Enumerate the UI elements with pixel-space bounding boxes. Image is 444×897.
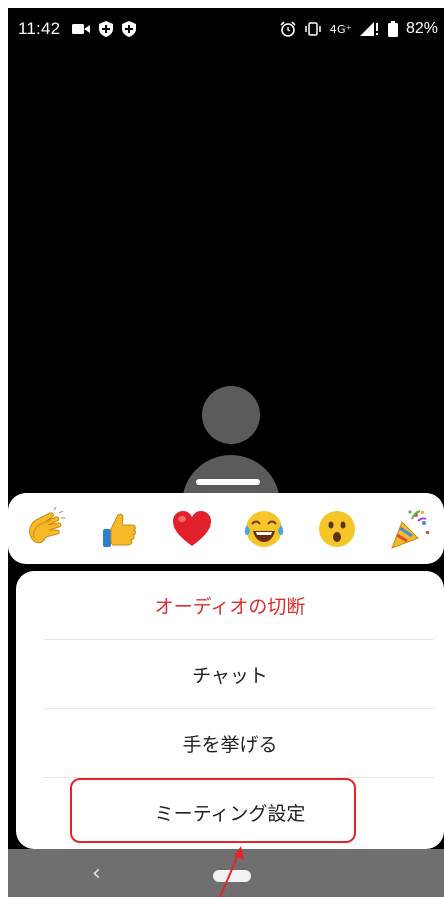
- highlight-annotation-box: [70, 778, 356, 843]
- signal-icon: [359, 22, 378, 36]
- reaction-clap-button[interactable]: [22, 505, 70, 553]
- network-type: 4G⁺: [329, 22, 352, 36]
- home-pill-button[interactable]: [213, 870, 251, 882]
- tears-of-joy-icon: [245, 510, 284, 547]
- heart-icon: [172, 510, 211, 546]
- menu-item-disconnect-audio[interactable]: オーディオの切断: [16, 571, 444, 639]
- navigation-bar: ‹: [8, 849, 444, 897]
- status-time: 11:42: [18, 19, 61, 38]
- sheet-drag-handle[interactable]: [196, 479, 260, 485]
- status-bar: 11:42 4G⁺ 82%: [8, 8, 444, 50]
- status-right-icons: 4G⁺ 82%: [280, 8, 438, 50]
- battery-percentage: 82%: [405, 20, 438, 37]
- reaction-party-button[interactable]: [386, 505, 434, 553]
- participant-avatar-head: [202, 386, 260, 444]
- thumbs-up-icon: [102, 513, 136, 547]
- clapping-hands-icon: [29, 506, 65, 543]
- menu-item-chat[interactable]: チャット: [16, 640, 444, 708]
- reaction-thumbs-up-button[interactable]: [95, 505, 143, 553]
- vibrate-icon: [304, 22, 321, 36]
- phone-screen: 11:42 4G⁺ 82% オーディオの切断 チャット 手を挙げる ミーティング…: [8, 8, 444, 897]
- battery-icon: [387, 21, 398, 37]
- surprised-face-icon: [319, 510, 356, 547]
- reaction-joy-button[interactable]: [240, 505, 288, 553]
- back-icon[interactable]: ‹: [92, 861, 101, 886]
- status-left-icons: [72, 21, 137, 37]
- menu-item-raise-hand[interactable]: 手を挙げる: [16, 709, 444, 777]
- video-camera-icon: [72, 24, 91, 34]
- alarm-clock-icon: [280, 21, 296, 37]
- shield-plus-icon: [122, 21, 137, 37]
- shield-plus-icon: [99, 21, 114, 37]
- reaction-heart-button[interactable]: [168, 505, 216, 553]
- reaction-surprised-button[interactable]: [313, 505, 361, 553]
- reaction-bar: [8, 493, 444, 564]
- party-popper-icon: [391, 509, 429, 549]
